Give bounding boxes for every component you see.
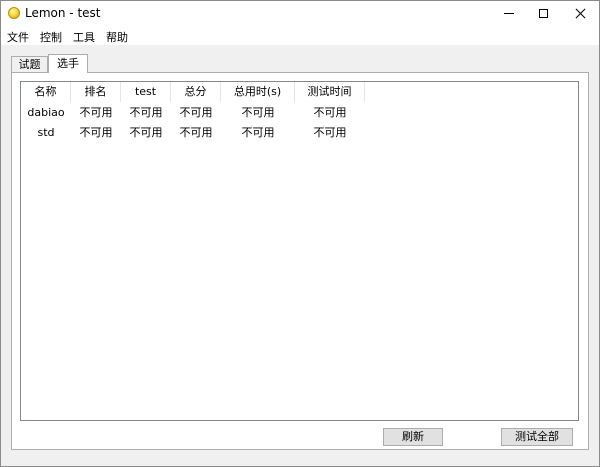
cell-rank: 不可用	[79, 126, 113, 139]
cell-test: 不可用	[129, 106, 163, 119]
players-panel: 名称 排名 test 总分 总用时(s) 测试时间 dabiao 不可用 不可用…	[11, 72, 589, 450]
column-header-name[interactable]: 名称	[21, 82, 71, 102]
table-header: 名称 排名 test 总分 总用时(s) 测试时间	[21, 82, 365, 102]
table-row[interactable]: dabiao 不可用 不可用 不可用 不可用 不可用	[21, 103, 365, 123]
cell-total-score: 不可用	[179, 126, 213, 139]
close-icon	[575, 8, 586, 19]
minimize-button[interactable]	[492, 1, 526, 26]
close-button[interactable]	[563, 1, 597, 26]
lemon-icon	[8, 7, 20, 19]
table-row[interactable]: std 不可用 不可用 不可用 不可用 不可用	[21, 123, 365, 143]
column-header-test[interactable]: test	[121, 82, 171, 102]
menu-control[interactable]: 控制	[40, 29, 62, 45]
title-bar[interactable]: Lemon - test	[1, 1, 599, 26]
cell-test-time: 不可用	[313, 126, 347, 139]
cell-test: 不可用	[129, 126, 163, 139]
column-header-total-time[interactable]: 总用时(s)	[221, 82, 295, 102]
tab-questions[interactable]: 试题	[11, 56, 48, 72]
cell-name: dabiao	[27, 106, 65, 119]
maximize-button[interactable]	[526, 1, 560, 26]
cell-test-time: 不可用	[313, 106, 347, 119]
cell-total-score: 不可用	[179, 106, 213, 119]
menu-tools[interactable]: 工具	[73, 29, 95, 45]
column-header-rank[interactable]: 排名	[71, 82, 121, 102]
cell-total-time: 不可用	[241, 126, 275, 139]
cell-total-time: 不可用	[241, 106, 275, 119]
results-table[interactable]: 名称 排名 test 总分 总用时(s) 测试时间 dabiao 不可用 不可用…	[20, 81, 579, 421]
maximize-icon	[538, 9, 548, 18]
refresh-button[interactable]: 刷新	[383, 428, 443, 446]
cell-rank: 不可用	[79, 106, 113, 119]
judge-all-button[interactable]: 测试全部	[501, 428, 573, 446]
menu-file[interactable]: 文件	[7, 29, 29, 45]
menu-help[interactable]: 帮助	[106, 29, 128, 45]
cell-name: std	[37, 126, 55, 139]
menu-bar: 文件 控制 工具 帮助	[1, 26, 599, 45]
window-title: Lemon - test	[25, 6, 101, 20]
column-header-total-score[interactable]: 总分	[171, 82, 221, 102]
column-header-test-time[interactable]: 测试时间	[295, 82, 365, 102]
minimize-icon	[504, 13, 514, 14]
app-window: Lemon - test 文件 控制 工具 帮助 试题 选手 名称 排名 tes…	[0, 0, 600, 467]
tab-players[interactable]: 选手	[48, 54, 88, 73]
